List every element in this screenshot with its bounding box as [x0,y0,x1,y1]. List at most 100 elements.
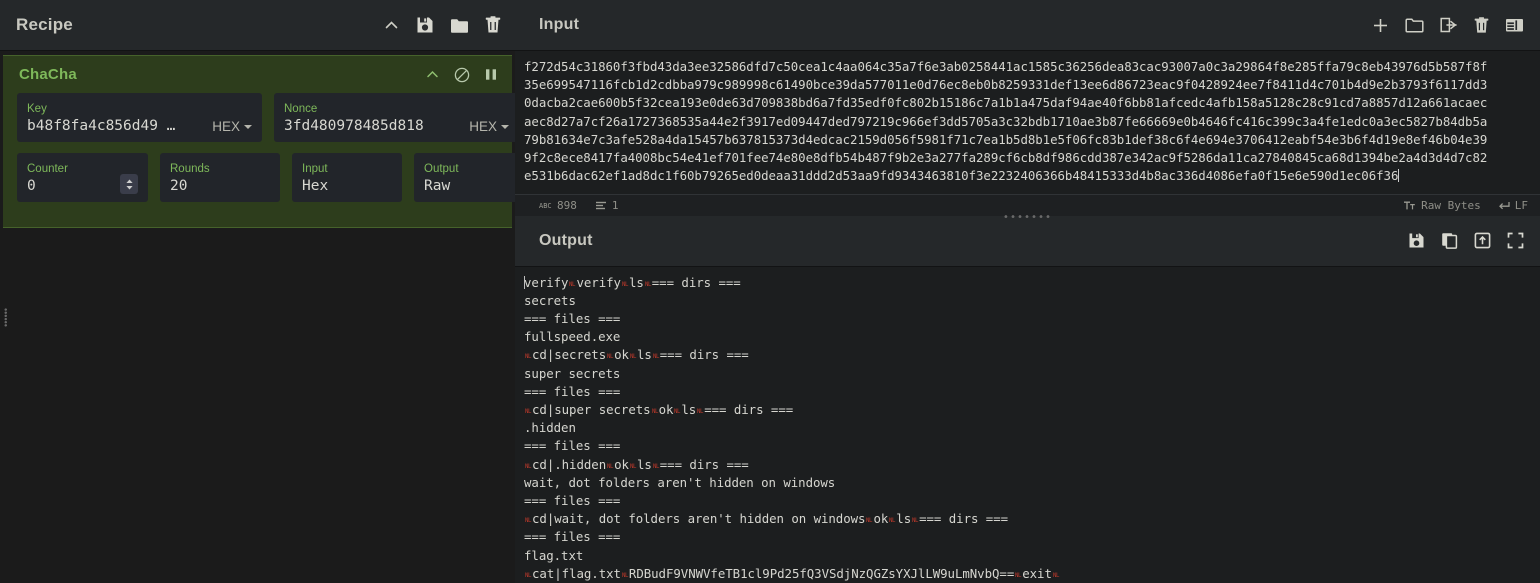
recipe-title-icons [383,16,501,34]
folder-icon[interactable] [450,17,469,34]
input-line: 0dacba2cae600b5f32cea193e0de63d709838bd6… [524,95,1487,110]
control-char-glyph: NL [524,464,532,470]
trash-icon[interactable] [1474,17,1489,34]
output-text-run: ls [637,347,652,362]
arg-nonce[interactable]: Nonce 3fd480978485d818 HEX [274,93,515,142]
arg-input-format[interactable]: Input Hex [292,153,402,202]
disable-icon[interactable] [454,67,470,83]
input-length-group: ABC 898 [539,199,577,212]
open-file-icon[interactable] [1440,17,1458,33]
output-text-run: === dirs === [660,347,749,362]
chevron-down-icon [244,125,252,129]
cyberchef-app: Recipe ChaCha [0,0,1540,583]
trash-icon[interactable] [485,16,501,34]
bake-to-input-icon[interactable] [1474,232,1491,249]
add-tab-icon[interactable] [1372,17,1389,34]
chevron-down-icon [501,125,509,129]
arg-key-value[interactable]: b48f8fa4c856d49 … [27,117,204,135]
arg-nonce-value[interactable]: 3fd480978485d818 [284,117,461,135]
input-encoding-group[interactable]: Raw Bytes [1403,199,1481,212]
output-text-run: wait, dot folders aren't hidden on windo… [524,475,835,490]
input-line: f272d54c31860f3fbd43da3ee32586dfd7c50cea… [524,59,1487,74]
input-line: 35e699547116fcb1d2cdbba979c989998c61490b… [524,77,1487,92]
output-text-run: ls [896,511,911,526]
output-text-run: === files === [524,493,620,508]
arg-row-2: Counter 0 Rounds 20 [17,153,498,202]
arg-input-value[interactable]: Hex [302,177,392,195]
control-char-glyph: NL [888,518,896,524]
arg-input-label: Input [302,162,392,176]
arg-nonce-format-dropdown[interactable]: HEX [461,119,509,135]
save-icon[interactable] [416,16,434,34]
output-textarea[interactable]: verifyNLverifyNLlsNL=== dirs === secrets… [515,271,1540,583]
output-text-run: super secrets [524,366,620,381]
input-status-bar: ABC 898 1 Raw Bytes [515,194,1540,216]
output-text-run: ok [614,457,629,472]
control-char-glyph: NL [652,464,660,470]
control-char-glyph: NL [568,282,576,288]
control-char-glyph: NL [606,464,614,470]
arg-key-label: Key [27,102,204,116]
input-line: 9f2c8ece8417fa4008bc54e41ef701fee74e80e8… [524,150,1487,165]
pane-splitter-horizontal[interactable]: ••••••• [1003,214,1052,222]
output-title-bar: Output [515,216,1540,267]
input-eol-group[interactable]: LF [1497,199,1528,212]
arg-key[interactable]: Key b48f8fa4c856d49 … HEX [17,93,262,142]
arg-output-value[interactable]: Raw [424,177,514,195]
svg-text:ABC: ABC [539,202,552,210]
control-char-glyph: NL [621,573,629,579]
copy-icon[interactable] [1441,232,1458,249]
arg-rounds[interactable]: Rounds 20 [160,153,280,202]
control-char-glyph: NL [673,409,681,415]
font-icon [1403,200,1416,211]
arg-counter-value[interactable]: 0 [27,177,120,195]
output-text-run: flag.txt [524,548,583,563]
output-textarea-wrap[interactable]: verifyNLverifyNLlsNL=== dirs === secrets… [515,267,1540,583]
tabs-icon[interactable] [1505,17,1524,33]
input-eol-value: LF [1515,199,1528,212]
maximize-icon[interactable] [1507,232,1524,249]
output-text-run: ok [614,347,629,362]
control-char-glyph: NL [1052,573,1060,579]
arg-row-1: Key b48f8fa4c856d49 … HEX Nonce 3fd48097… [17,93,498,142]
control-char-glyph: NL [524,518,532,524]
output-text-run: ls [637,457,652,472]
control-char-glyph: NL [629,354,637,360]
recipe-title-bar: Recipe [0,0,515,51]
operation-title: ChaCha [19,66,425,83]
recipe-operations-list[interactable]: ChaCha [0,51,515,583]
chevron-up-icon[interactable] [383,17,400,34]
open-folder-icon[interactable] [1405,17,1424,33]
chevron-up-icon[interactable] [425,67,440,82]
arg-counter[interactable]: Counter 0 [17,153,148,202]
arg-nonce-format-label: HEX [469,119,497,134]
output-panel: Output verifyNLverif [515,216,1540,583]
input-textarea-wrap[interactable]: f272d54c31860f3fbd43da3ee32586dfd7c50cea… [515,51,1540,194]
control-char-glyph: NL [644,282,652,288]
arg-rounds-value[interactable]: 20 [170,177,270,195]
operation-chacha[interactable]: ChaCha [3,55,512,228]
arg-key-format-dropdown[interactable]: HEX [204,119,252,135]
output-text-run: fullspeed.exe [524,329,620,344]
save-icon[interactable] [1408,232,1425,249]
input-textarea[interactable]: f272d54c31860f3fbd43da3ee32586dfd7c50cea… [515,55,1540,185]
counter-stepper[interactable] [120,174,138,194]
pause-icon[interactable] [484,67,498,82]
lines-icon [595,200,607,211]
input-line: aec8d27a7cf26a1727368535a44e2f3917ed0944… [524,114,1487,129]
operation-icons [425,67,498,83]
pane-splitter-vertical[interactable]: •••••• [0,51,10,583]
text-caret [1398,169,1399,182]
control-char-glyph: NL [651,409,659,415]
control-char-glyph: NL [911,518,919,524]
output-text-run: === files === [524,438,620,453]
output-text-run: cd|wait, dot folders aren't hidden on wi… [532,511,865,526]
output-text-run: ls [629,275,644,290]
control-char-glyph: NL [524,573,532,579]
input-lines-value: 1 [612,199,619,212]
arg-output-format[interactable]: Output Raw [414,153,515,202]
output-text-run: ok [873,511,888,526]
control-char-glyph: NL [652,354,660,360]
output-text-run: verify [524,275,568,290]
control-char-glyph: NL [606,354,614,360]
